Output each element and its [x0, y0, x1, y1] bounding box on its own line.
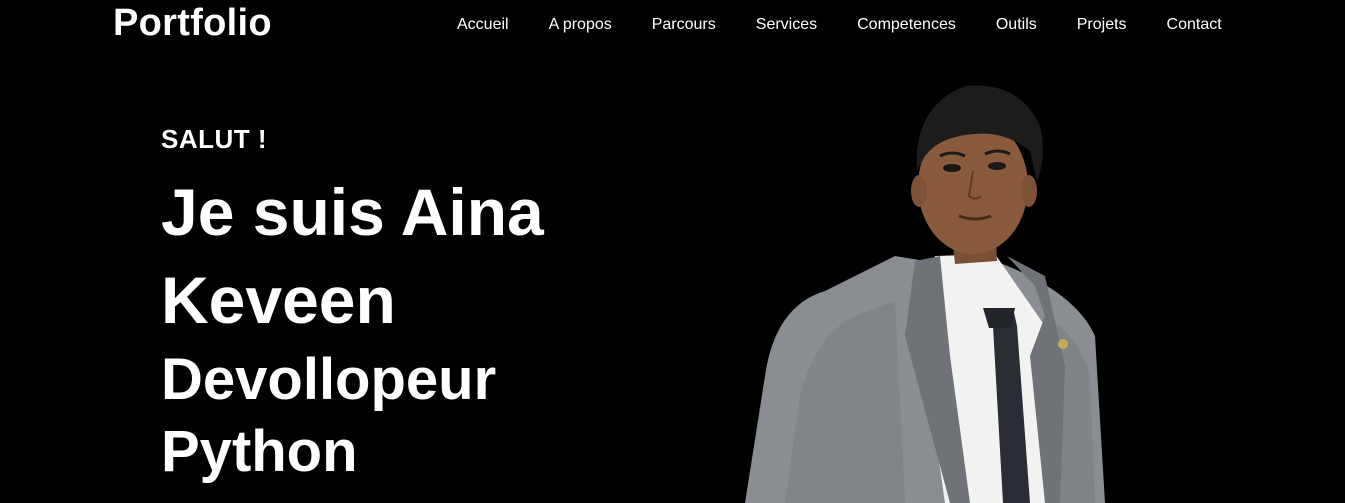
- hero-greeting: SALUT !: [161, 124, 268, 154]
- hero-role-line-2: Python: [161, 419, 358, 484]
- nav-item-a-propos[interactable]: A propos: [549, 16, 612, 34]
- hero-name-line-2: Keveen: [161, 263, 396, 337]
- site-header: Portfolio Accueil A propos Parcours Serv…: [0, 0, 1345, 50]
- main-nav: Accueil A propos Parcours Services Compe…: [457, 16, 1222, 34]
- hero-name: Je suis Aina Keveen: [161, 168, 721, 344]
- profile-portrait: [745, 85, 1105, 503]
- nav-item-parcours[interactable]: Parcours: [652, 16, 716, 34]
- nav-item-projets[interactable]: Projets: [1077, 16, 1127, 34]
- hero-role: Devollopeur Python: [161, 344, 721, 488]
- hero-section: SALUT ! Je suis Aina Keveen Devollopeur …: [161, 122, 721, 488]
- nav-item-outils[interactable]: Outils: [996, 16, 1037, 34]
- hero-role-line-1: Devollopeur: [161, 347, 497, 412]
- hero-name-line-1: Je suis Aina: [161, 175, 544, 249]
- nav-item-services[interactable]: Services: [756, 16, 817, 34]
- site-logo[interactable]: Portfolio: [113, 2, 272, 45]
- nav-item-accueil[interactable]: Accueil: [457, 16, 509, 34]
- nav-item-competences[interactable]: Competences: [857, 16, 956, 34]
- nav-item-contact[interactable]: Contact: [1167, 16, 1222, 34]
